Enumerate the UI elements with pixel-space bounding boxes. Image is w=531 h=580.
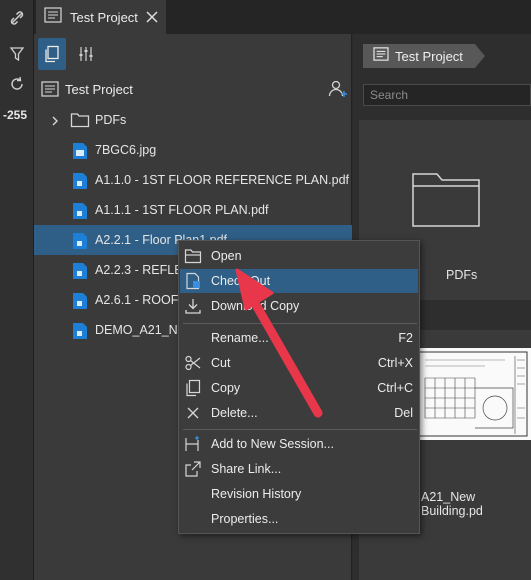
project-title: Test Project [65,82,133,97]
menu-item-copy[interactable]: Copy Ctrl+C [180,376,418,400]
card-label: A21_New Building.pd [421,490,483,518]
folder-icon [70,111,90,133]
menu-item-open[interactable]: Open [180,244,418,268]
files-tab-button[interactable] [38,38,66,70]
menu-item-shortcut: F2 [398,331,413,345]
panel-toolbar [34,34,351,74]
menu-item-label: Revision History [211,487,302,501]
share-icon [184,460,202,478]
menu-separator [183,323,417,324]
pdf-file-icon [72,172,88,195]
menu-item-label: Check Out [211,274,271,288]
menu-item-label: Add to New Session... [211,437,334,451]
tree-item-label: 7BGC6.jpg [95,143,157,157]
drawing-thumbnail [415,348,531,440]
tree-item-label: A2.6.1 - ROOF F [95,293,190,307]
image-file-icon [72,142,88,165]
project-icon [373,47,389,66]
check-out-icon [184,272,202,290]
card-label: PDFs [446,268,478,282]
tree-item-label: A1.1.0 - 1ST FLOOR REFERENCE PLAN.pdf [95,173,350,187]
menu-item-properties[interactable]: Properties... [180,507,418,531]
menu-item-label: Copy [211,381,241,395]
menu-item-shortcut: Ctrl+C [377,381,413,395]
menu-item-download-copy[interactable]: Download Copy [180,294,418,318]
menu-item-label: Cut [211,356,231,370]
menu-item-label: Open [211,249,242,263]
project-icon [41,81,59,102]
app-window: -255 Test Project Test Project PDFs 7BGC… [0,0,531,580]
folder-icon [411,170,481,233]
menu-item-label: Properties... [211,512,279,526]
delete-x-icon [184,404,202,422]
tree-file-row[interactable]: 7BGC6.jpg [34,135,352,165]
session-add-icon [184,435,202,453]
refresh-icon[interactable] [7,74,27,94]
pdf-file-icon [72,202,88,225]
menu-item-share-link[interactable]: Share Link... [180,457,418,481]
tree-item-label: A1.1.1 - 1ST FLOOR PLAN.pdf [95,203,269,217]
project-root-row[interactable]: Test Project [34,78,352,100]
counter-label: -255 [3,108,28,122]
menu-item-add-to-session[interactable]: Add to New Session... [180,432,418,456]
link-off-icon[interactable] [7,8,27,28]
menu-item-check-out[interactable]: Check Out [180,269,418,293]
pdf-file-icon [72,232,88,255]
menu-separator [183,429,417,430]
tree-file-row[interactable]: A1.1.0 - 1ST FLOOR REFERENCE PLAN.pdf [34,165,352,195]
search-box[interactable] [363,84,531,106]
tab-bar: Test Project [34,0,531,34]
menu-item-label: Download Copy [211,299,300,313]
tab-label: Test Project [70,9,138,25]
menu-item-revision-history[interactable]: Revision History [180,482,418,506]
context-menu: Open Check Out Download Copy Rename... F… [178,240,420,534]
tab-test-project[interactable]: Test Project [36,0,166,34]
scissors-icon [184,354,202,372]
project-icon [44,6,62,28]
add-user-icon[interactable] [328,79,348,104]
documents-icon [45,45,59,63]
tree-item-label: PDFs [95,113,127,127]
menu-item-label: Share Link... [211,462,282,476]
chevron-right-icon[interactable] [50,114,60,132]
copy-icon [184,379,202,397]
pdf-file-icon [72,262,88,285]
search-input[interactable] [364,85,530,105]
pdf-file-icon [72,322,88,345]
tree-file-row[interactable]: A1.1.1 - 1ST FLOOR PLAN.pdf [34,195,352,225]
menu-item-rename[interactable]: Rename... F2 [180,326,418,350]
menu-item-label: Rename... [211,331,269,345]
pdf-file-icon [72,292,88,315]
breadcrumb[interactable]: Test Project [363,44,485,68]
folder-open-icon [184,247,202,265]
download-icon [184,297,202,315]
menu-item-label: Delete... [211,406,258,420]
menu-item-delete[interactable]: Delete... Del [180,401,418,425]
menu-item-cut[interactable]: Cut Ctrl+X [180,351,418,375]
sliders-button[interactable] [72,38,100,70]
close-icon[interactable] [144,9,160,25]
tool-rail: -255 [0,0,34,580]
filter-icon[interactable] [7,44,27,64]
sliders-icon [79,47,93,61]
breadcrumb-label: Test Project [395,48,463,64]
tree-folder-pdfs[interactable]: PDFs [34,105,352,135]
menu-item-shortcut: Ctrl+X [377,356,413,370]
menu-item-shortcut: Del [394,406,413,420]
